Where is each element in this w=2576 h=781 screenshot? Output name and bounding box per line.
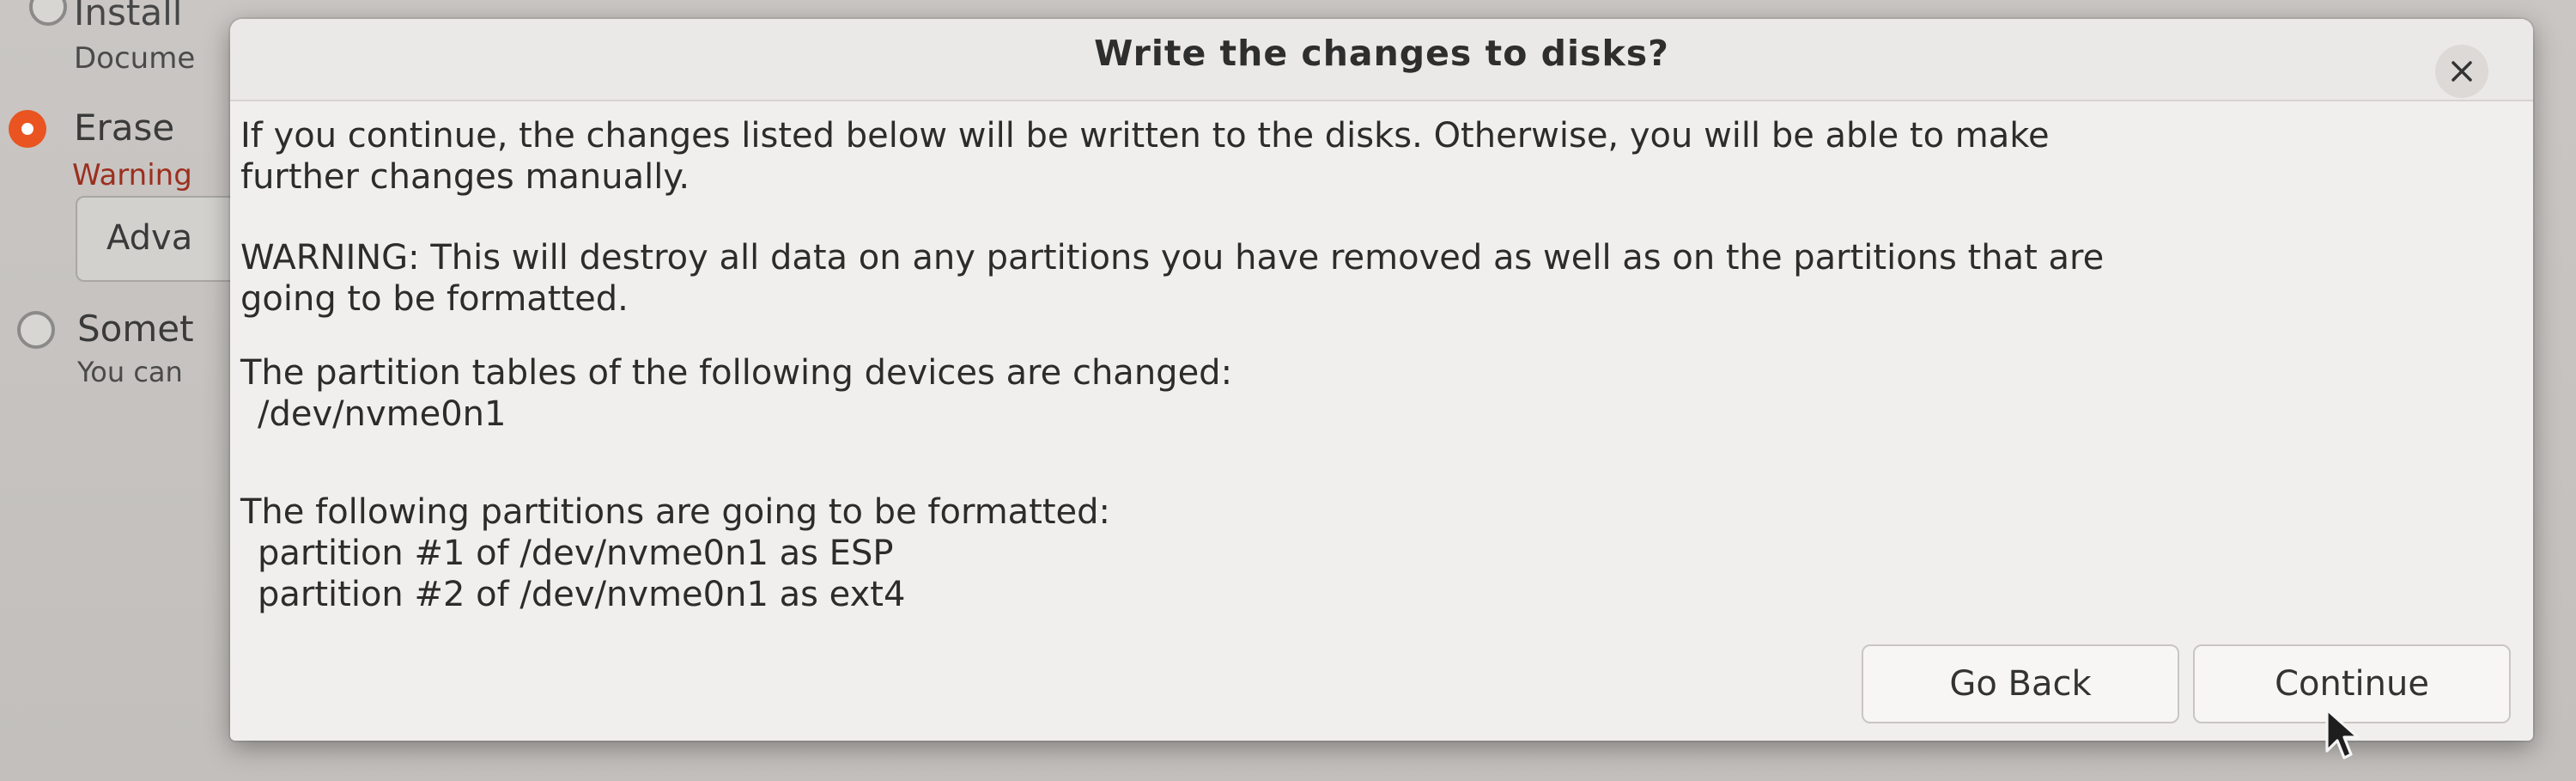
close-icon xyxy=(2451,61,2472,82)
warning-text-line1: WARNING: This will destroy all data on a… xyxy=(240,238,2105,278)
write-changes-dialog: Write the changes to disks? If you conti… xyxy=(230,19,2533,741)
something-else-radio[interactable] xyxy=(17,311,55,349)
something-else-label: Somet xyxy=(77,308,194,350)
close-button[interactable] xyxy=(2435,45,2488,98)
warning-text-line2: going to be formatted. xyxy=(240,279,629,319)
install-label: Install xyxy=(74,0,183,34)
go-back-button[interactable]: Go Back xyxy=(1862,644,2179,723)
advanced-button-label: Adva xyxy=(106,218,193,258)
partition-tables-heading: The partition tables of the following de… xyxy=(240,353,1233,393)
screen: Install Docume Erase Warning Adva Somet … xyxy=(0,0,2576,781)
documents-label: Docume xyxy=(74,41,196,76)
mouse-pointer-icon xyxy=(2325,708,2360,760)
erase-label: Erase xyxy=(74,107,175,149)
dialog-title: Write the changes to disks? xyxy=(1094,33,1669,74)
install-radio[interactable] xyxy=(29,0,67,26)
intro-text-line2: further changes manually. xyxy=(240,157,690,197)
warning-label: Warning xyxy=(72,158,192,192)
formatted-partition-item: partition #1 of /dev/nvme0n1 as ESP xyxy=(258,534,894,573)
dialog-footer: Go Back Continue xyxy=(230,638,2533,741)
changed-device-item: /dev/nvme0n1 xyxy=(258,394,507,434)
intro-text-line1: If you continue, the changes listed belo… xyxy=(240,116,2050,156)
dialog-header: Write the changes to disks? xyxy=(230,19,2533,101)
formatted-partition-item: partition #2 of /dev/nvme0n1 as ext4 xyxy=(258,575,906,614)
you-can-label: You can xyxy=(77,356,183,388)
erase-radio[interactable] xyxy=(9,110,46,148)
formatted-partitions-heading: The following partitions are going to be… xyxy=(240,492,1111,532)
